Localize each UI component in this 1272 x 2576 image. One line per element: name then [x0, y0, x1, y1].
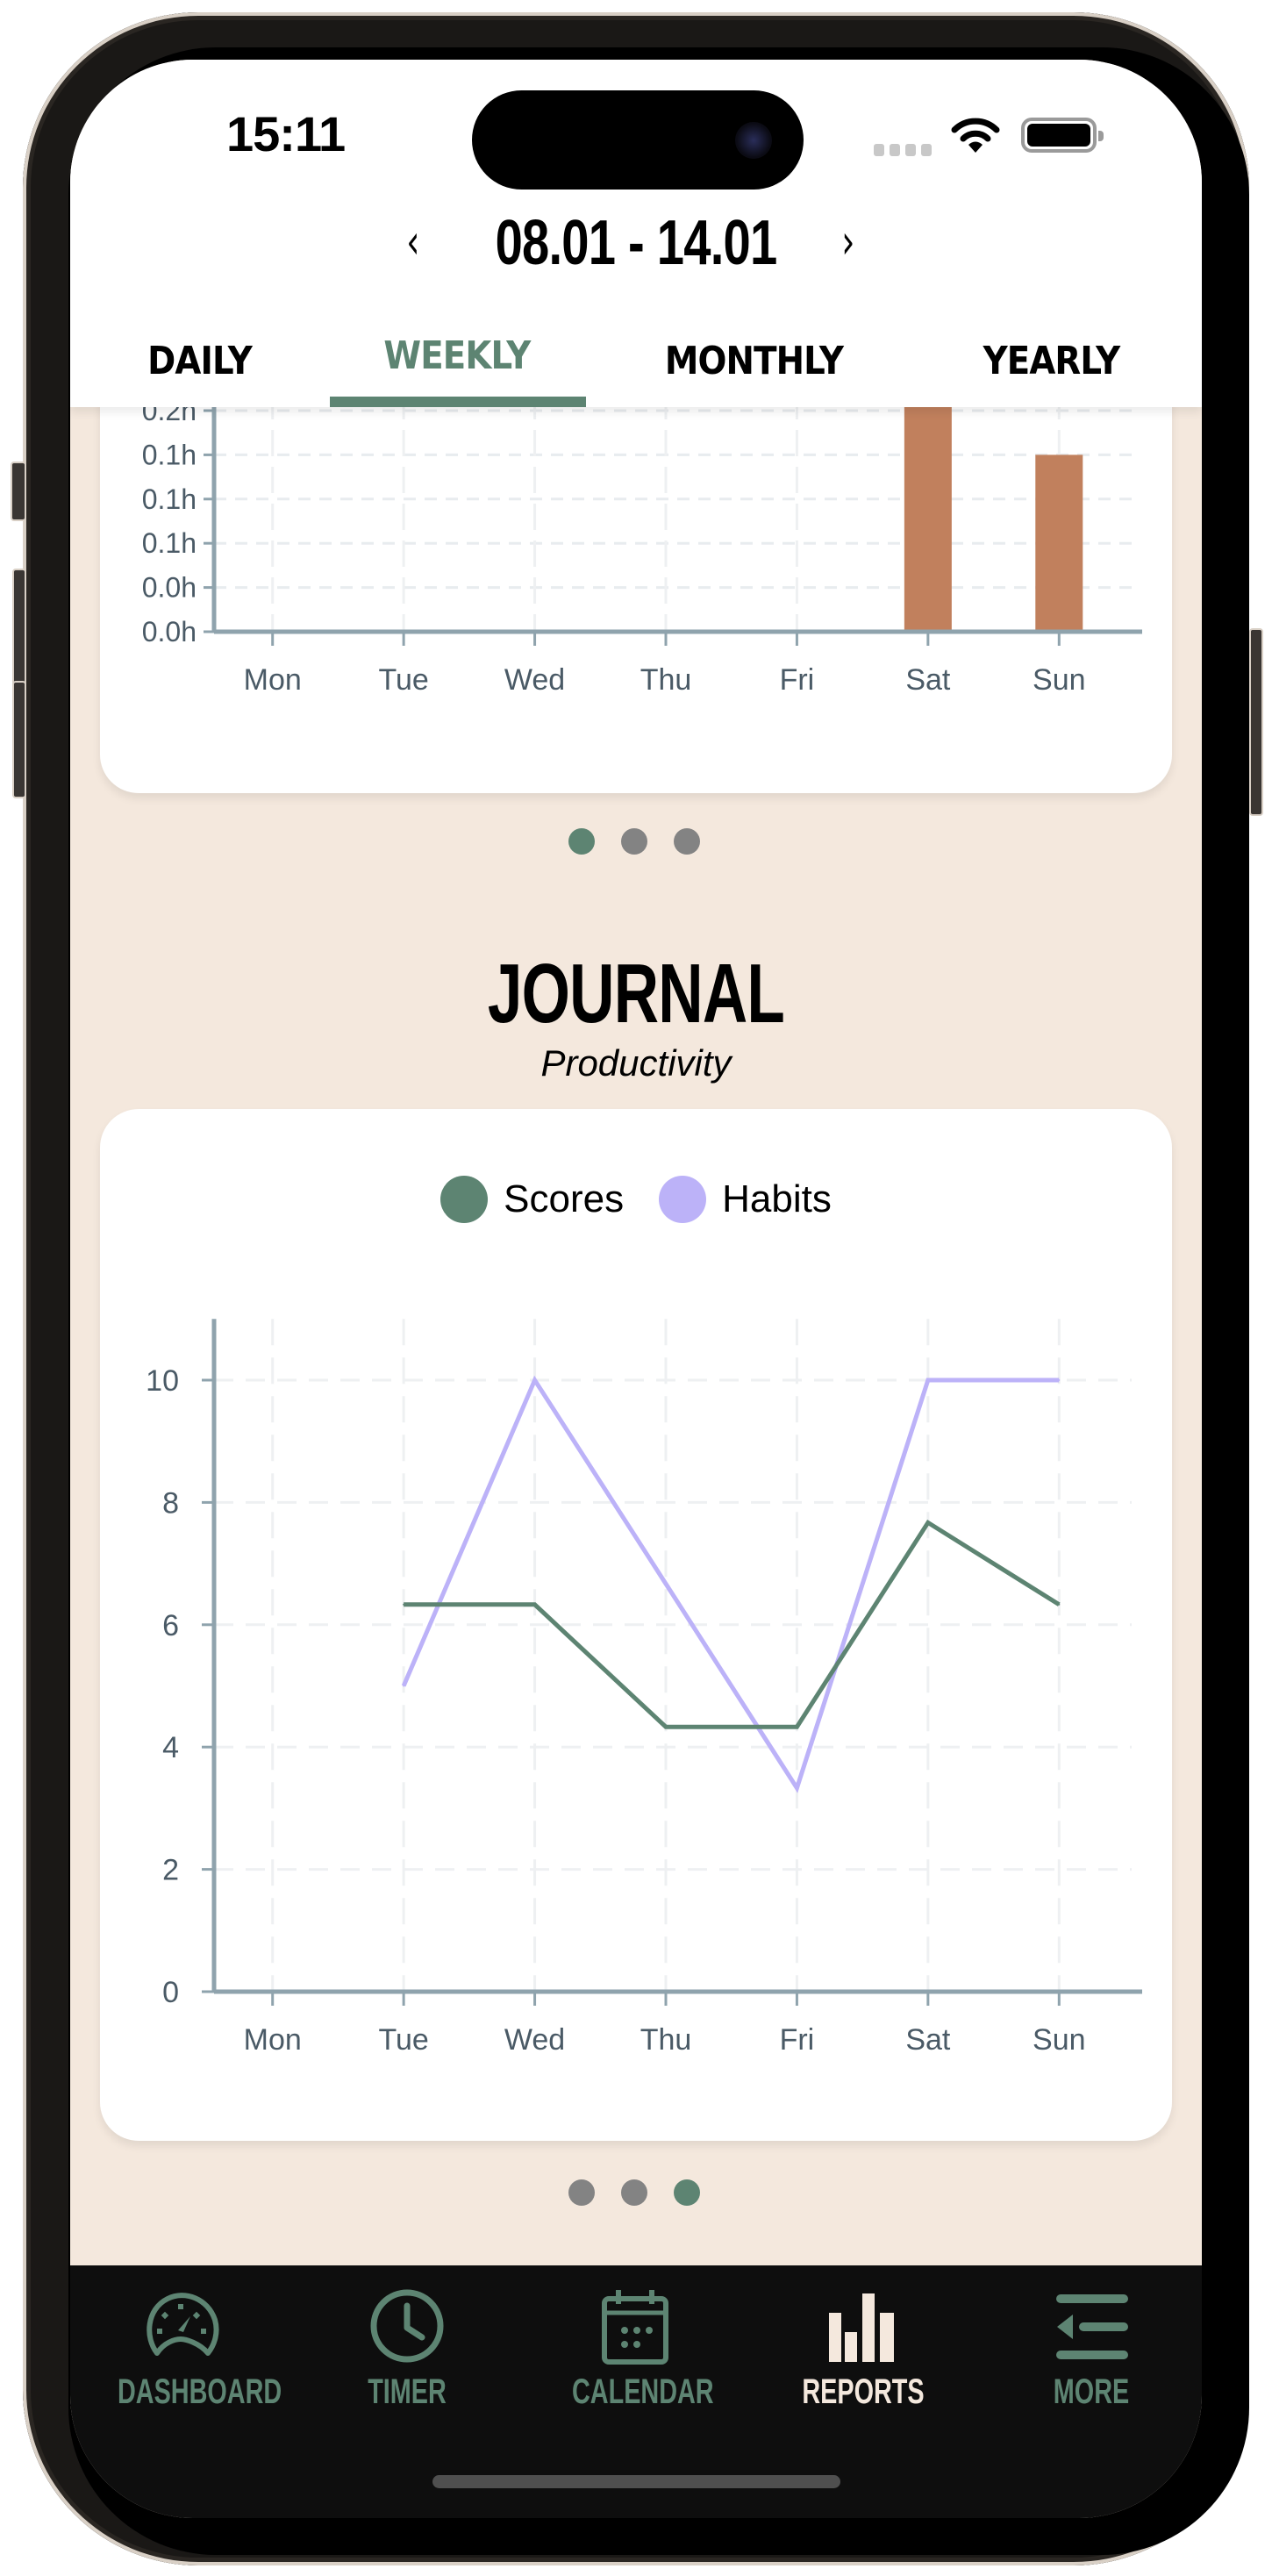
- chart-legend: Scores Habits: [70, 1176, 1202, 1223]
- cellular-signal-icon: [874, 144, 932, 156]
- data-point-scores[interactable]: [665, 1726, 667, 1728]
- nav-more[interactable]: MORE: [1004, 2286, 1179, 2412]
- period-tabs: DAILY WEEKLY MONTHLY YEARLY: [70, 323, 1202, 407]
- pager-dot[interactable]: [674, 2179, 700, 2206]
- bar-chart-icon: [829, 2293, 894, 2362]
- pager-dot[interactable]: [621, 2179, 647, 2206]
- legend-label: Scores: [504, 1177, 625, 1220]
- nav-calendar[interactable]: CALENDAR: [547, 2286, 723, 2412]
- data-point-habits[interactable]: [403, 1685, 405, 1687]
- data-point-habits[interactable]: [1058, 1379, 1061, 1381]
- front-camera: [735, 122, 772, 159]
- active-tab-indicator: [330, 397, 586, 407]
- y-tick-label: 10: [146, 1364, 179, 1398]
- x-tick-label: Tue: [378, 663, 428, 697]
- y-tick-label: 2: [162, 1854, 179, 1887]
- y-tick-label: 8: [162, 1486, 179, 1520]
- carousel-pager-top: [568, 828, 700, 855]
- legend-swatch-scores: [440, 1176, 489, 1223]
- bar-sat: [904, 399, 952, 632]
- data-point-habits[interactable]: [665, 1583, 667, 1585]
- volume-up-button: [12, 569, 26, 686]
- y-tick-label: 0.0h: [142, 616, 197, 648]
- x-tick-label: Tue: [378, 2023, 428, 2057]
- data-point-scores[interactable]: [926, 1521, 929, 1524]
- data-point-scores[interactable]: [1058, 1603, 1061, 1606]
- y-tick-label: 0.1h: [142, 483, 197, 515]
- nav-label: MORE: [1053, 2372, 1130, 2411]
- y-tick-label: 0: [162, 1976, 179, 2009]
- x-tick-label: Sun: [1033, 663, 1086, 697]
- volume-down-button: [12, 681, 26, 798]
- data-point-habits[interactable]: [796, 1786, 798, 1789]
- nav-label: REPORTS: [802, 2372, 925, 2411]
- nav-label: CALENDAR: [572, 2372, 714, 2411]
- wifi-icon: [951, 118, 1000, 153]
- x-tick-label: Fri: [780, 663, 815, 697]
- pager-dot[interactable]: [568, 828, 595, 855]
- pager-dot[interactable]: [674, 828, 700, 855]
- battery-icon: [1021, 118, 1104, 153]
- nav-reports[interactable]: REPORTS: [775, 2286, 951, 2412]
- calendar-icon: [602, 2290, 668, 2365]
- home-indicator[interactable]: [432, 2475, 840, 2488]
- y-tick-label: 4: [162, 1731, 179, 1764]
- y-tick-label: 0.1h: [142, 439, 197, 470]
- x-tick-label: Sat: [905, 2023, 951, 2057]
- data-point-scores[interactable]: [403, 1603, 405, 1606]
- tab-weekly[interactable]: WEEKLY: [383, 333, 531, 378]
- clock-icon: [370, 2289, 444, 2363]
- power-button: [1249, 628, 1263, 816]
- tab-yearly[interactable]: YEARLY: [983, 339, 1121, 383]
- legend-swatch-habits: [659, 1176, 707, 1223]
- pager-dot[interactable]: [568, 2179, 595, 2206]
- data-point-habits[interactable]: [926, 1379, 929, 1381]
- data-point-habits[interactable]: [533, 1379, 536, 1381]
- data-point-scores[interactable]: [796, 1726, 798, 1728]
- x-tick-label: Wed: [504, 2023, 565, 2057]
- x-tick-label: Fri: [780, 2023, 815, 2057]
- legend-item-scores[interactable]: Scores: [440, 1176, 624, 1223]
- dynamic-island: [472, 90, 804, 190]
- carousel-pager-bottom: [568, 2179, 700, 2206]
- nav-label: TIMER: [368, 2372, 447, 2411]
- x-tick-label: Wed: [504, 663, 565, 697]
- x-tick-label: Thu: [640, 663, 692, 697]
- nav-dashboard[interactable]: DASHBOARD: [93, 2286, 282, 2412]
- x-tick-label: Sat: [905, 663, 951, 697]
- chevron-right-icon[interactable]: ›: [841, 214, 854, 269]
- x-tick-label: Thu: [640, 2023, 692, 2057]
- date-range-nav: ‹ 08.01 - 14.01 ›: [70, 207, 1202, 295]
- y-tick-label: 0.0h: [142, 572, 197, 604]
- header: 15:11 ‹ 08.01 - 14.01 › DAILY WEEKLY MON…: [70, 60, 1202, 407]
- journal-card: 0 2 4 6 8 10 Mon Tue Wed Thu Fri Sat Sun: [100, 1109, 1172, 2141]
- tab-monthly[interactable]: MONTHLY: [665, 339, 844, 383]
- y-tick-label: 6: [162, 1609, 179, 1642]
- status-time: 15:11: [226, 106, 346, 161]
- legend-label: Habits: [722, 1177, 832, 1220]
- x-tick-label: Sun: [1033, 2023, 1086, 2057]
- nav-label: DASHBOARD: [118, 2372, 282, 2411]
- bar-sun: [1035, 454, 1083, 632]
- x-tick-label: Mon: [244, 663, 302, 697]
- date-range-label: 08.01 - 14.01: [495, 208, 778, 278]
- gauge-icon: [146, 2293, 219, 2356]
- action-button: [11, 462, 26, 521]
- data-point-scores[interactable]: [533, 1603, 536, 1606]
- section-subtitle: Productivity: [540, 1042, 732, 1084]
- x-tick-label: Mon: [244, 2023, 302, 2057]
- section-title: JOURNAL: [487, 947, 785, 1041]
- journal-line-chart: 0 2 4 6 8 10 Mon Tue Wed Thu Fri Sat Sun: [146, 1319, 1142, 2057]
- app-screen: 0.0h 0.0h 0.1h 0.1h 0.1h 0.2h Mon Tue Wed Thu Fri S…: [70, 60, 1202, 2518]
- tab-daily[interactable]: DAILY: [147, 339, 253, 383]
- menu-collapse-icon: [1056, 2294, 1128, 2359]
- pager-dot[interactable]: [621, 828, 647, 855]
- nav-timer[interactable]: TIMER: [319, 2286, 495, 2412]
- legend-item-habits[interactable]: Habits: [659, 1176, 832, 1223]
- y-tick-label: 0.1h: [142, 527, 197, 559]
